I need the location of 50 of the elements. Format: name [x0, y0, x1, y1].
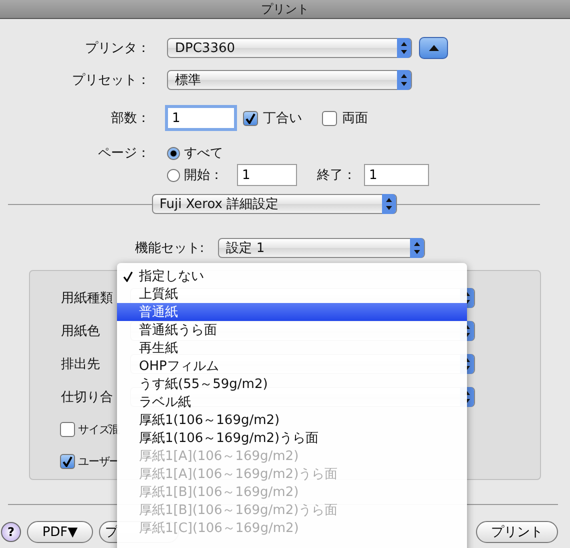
up-triangle-icon: [428, 44, 440, 52]
collapse-button[interactable]: [419, 37, 448, 59]
duplex-label: 両面: [342, 110, 368, 127]
to-label: 終了：: [317, 167, 356, 184]
menu-item[interactable]: 普通紙うら面: [117, 321, 467, 339]
pdf-button[interactable]: PDF▼: [27, 521, 93, 543]
menu-item[interactable]: ラベル紙: [117, 393, 467, 411]
menu-item[interactable]: 再生紙: [117, 339, 467, 357]
setting-label: 排出先: [60, 356, 101, 372]
setting-label: 用紙種類: [60, 290, 114, 306]
printer-label: プリンタ：: [84, 40, 151, 57]
all-pages-label: すべて: [184, 145, 223, 162]
from-label: 開始：: [184, 167, 223, 184]
setting-checkbox[interactable]: [60, 454, 75, 468]
printer-popup[interactable]: DPC3360: [167, 38, 412, 58]
feature-set-popup[interactable]: 設定 1: [218, 238, 426, 258]
help-button[interactable]: ?: [1, 522, 21, 542]
preset-popup[interactable]: 標準: [167, 70, 412, 90]
window-title: プリント: [0, 0, 570, 19]
duplex-checkbox[interactable]: [322, 110, 337, 126]
menu-item[interactable]: うす紙(55～59g/m2): [117, 375, 467, 393]
copies-label: 部数：: [110, 110, 151, 127]
setting-checkbox[interactable]: [60, 422, 75, 436]
pages-label: ページ：: [97, 145, 151, 162]
copies-field[interactable]: 1: [167, 107, 235, 129]
setting-label: サイズ混: [78, 422, 120, 436]
menu-item[interactable]: 厚紙1(106～169g/m2)うら面: [117, 429, 467, 447]
radio-button[interactable]: [167, 168, 180, 182]
preset-label: プリセット：: [71, 72, 151, 89]
stepper-arrows-icon: [397, 70, 411, 90]
menu-item[interactable]: 厚紙1(106～169g/m2): [117, 411, 467, 429]
panel-popup[interactable]: Fuji Xerox 詳細設定: [152, 194, 396, 214]
collate-checkbox[interactable]: [243, 110, 258, 126]
stepper-arrows-icon: [382, 194, 396, 214]
stepper-arrows-icon: [410, 238, 424, 258]
to-field[interactable]: 1: [364, 164, 429, 186]
menu-item[interactable]: 普通紙: [117, 303, 467, 321]
setting-label: ユーザー: [78, 454, 120, 468]
menu-item[interactable]: OHPフィルム: [117, 357, 467, 375]
setting-label: 仕切り合: [60, 388, 114, 406]
stepper-arrows-icon: [397, 38, 411, 58]
feature-set-label: 機能セット:: [134, 240, 204, 257]
checkmark-icon: [123, 270, 133, 282]
menu-item[interactable]: 上質紙: [117, 285, 467, 303]
menu-item[interactable]: 指定しない: [117, 267, 467, 285]
print-button[interactable]: プリント: [476, 521, 558, 543]
setting-label: 用紙色: [60, 322, 101, 340]
collate-label: 丁合い: [263, 110, 302, 127]
from-field[interactable]: 1: [237, 164, 297, 186]
radio-button[interactable]: [167, 146, 180, 160]
